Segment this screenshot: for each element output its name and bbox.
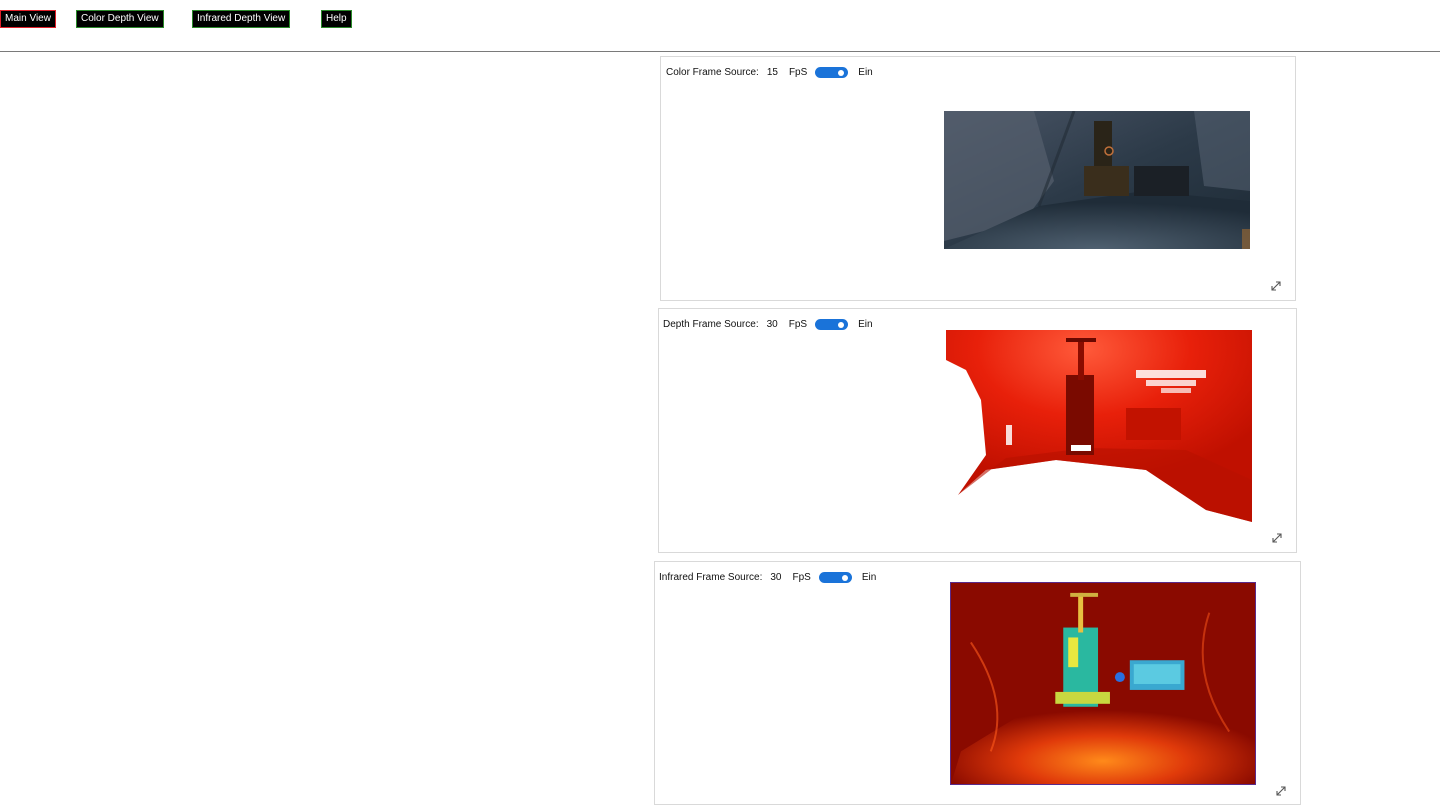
- toggle-knob: [838, 321, 845, 328]
- infrared-frame-panel: Infrared Frame Source: 30 FpS Ein: [654, 561, 1301, 805]
- color-fps-value: 15: [766, 67, 778, 78]
- depth-frame-controls: Depth Frame Source: 30 FpS Ein: [663, 319, 873, 330]
- color-frame-panel: Color Frame Source: 15 FpS Ein: [660, 56, 1296, 301]
- infrared-fps-value: 30: [770, 572, 782, 583]
- infrared-frame-controls: Infrared Frame Source: 30 FpS Ein: [659, 572, 876, 583]
- color-depth-view-button[interactable]: Color Depth View: [76, 10, 164, 28]
- main-view-button[interactable]: Main View: [0, 10, 56, 28]
- depth-fps-value: 30: [766, 319, 778, 330]
- expand-icon[interactable]: [1274, 784, 1288, 798]
- infrared-frame-image: [950, 582, 1256, 785]
- depth-fps-unit: FpS: [788, 319, 808, 330]
- depth-toggle-state: Ein: [858, 319, 873, 330]
- infrared-source-label: Infrared Frame Source:: [659, 572, 763, 583]
- depth-source-toggle[interactable]: [815, 319, 849, 330]
- toggle-knob: [841, 574, 848, 581]
- color-fps-unit: FpS: [788, 67, 808, 78]
- infrared-fps-unit: FpS: [792, 572, 811, 583]
- infrared-depth-view-button[interactable]: Infrared Depth View: [192, 10, 291, 28]
- expand-icon[interactable]: [1270, 531, 1284, 545]
- depth-frame-panel: Depth Frame Source: 30 FpS Ein: [658, 308, 1297, 553]
- infrared-source-toggle[interactable]: [818, 572, 852, 583]
- top-nav: Main View Color Depth View Infrared Dept…: [0, 0, 1440, 52]
- expand-icon[interactable]: [1269, 279, 1283, 293]
- help-button[interactable]: Help: [321, 10, 352, 28]
- infrared-toggle-state: Ein: [861, 572, 877, 583]
- toggle-knob: [838, 69, 845, 76]
- color-frame-image: [944, 111, 1250, 249]
- color-toggle-state: Ein: [858, 67, 873, 78]
- depth-source-label: Depth Frame Source:: [663, 319, 759, 330]
- nav-divider: [0, 51, 1440, 52]
- color-frame-controls: Color Frame Source: 15 FpS Ein: [666, 67, 873, 78]
- color-source-label: Color Frame Source:: [666, 67, 759, 78]
- depth-frame-image: [946, 330, 1252, 522]
- color-source-toggle[interactable]: [815, 67, 849, 78]
